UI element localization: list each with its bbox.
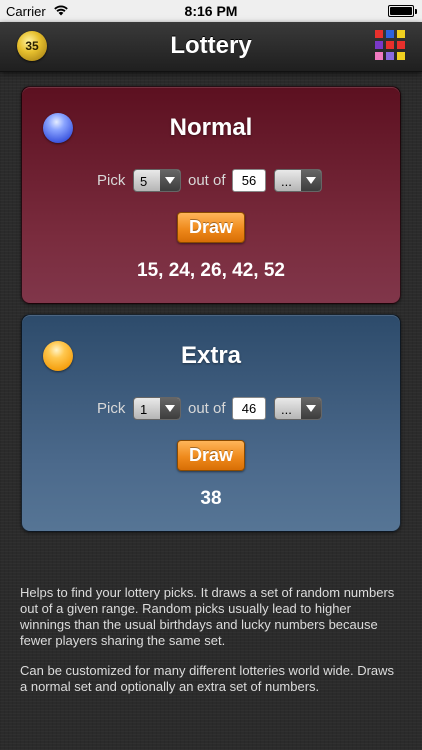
color-square: [397, 52, 405, 60]
extra-draw-button[interactable]: Draw: [177, 440, 245, 471]
normal-pick-row: Pick 5 out of 56 ...: [22, 169, 400, 193]
normal-range-input[interactable]: 56: [232, 169, 266, 192]
normal-pick-value: 5: [140, 174, 148, 189]
status-bar: Carrier 8:16 PM: [0, 0, 422, 22]
extra-pick-select[interactable]: 1: [133, 397, 181, 420]
chevron-down-icon: [160, 170, 180, 191]
pick-label: Pick: [97, 400, 126, 417]
battery-icon: [388, 5, 417, 17]
color-square: [386, 30, 394, 38]
normal-pick-select[interactable]: 5: [133, 169, 181, 192]
extra-pick-value: 1: [140, 402, 148, 417]
extra-pick-row: Pick 1 out of 46 ...: [22, 397, 400, 421]
normal-draw-button[interactable]: Draw: [177, 212, 245, 243]
normal-title: Normal: [169, 114, 253, 141]
color-square: [375, 41, 383, 49]
color-square: [397, 30, 405, 38]
color-square: [397, 41, 405, 49]
extra-preset-value: ...: [281, 402, 292, 417]
normal-panel: Normal Pick 5 out of 56 ... Draw 15, 24,…: [21, 86, 401, 304]
description-paragraph: Helps to find your lottery picks. It dra…: [20, 585, 395, 648]
chevron-down-icon: [301, 170, 321, 191]
color-square: [375, 30, 383, 38]
chevron-down-icon: [301, 398, 321, 419]
color-square: [375, 52, 383, 60]
extra-range-input[interactable]: 46: [232, 397, 266, 420]
extra-result: 38: [200, 488, 222, 509]
page-title: Lottery: [170, 32, 252, 59]
extra-title: Extra: [180, 342, 242, 369]
pick-label: Pick: [97, 172, 126, 189]
color-square: [386, 41, 394, 49]
color-square: [386, 52, 394, 60]
normal-preset-value: ...: [281, 174, 292, 189]
out-of-label: out of: [188, 400, 226, 417]
normal-result: 15, 24, 26, 42, 52: [137, 260, 285, 281]
chevron-down-icon: [160, 398, 180, 419]
color-grid-icon[interactable]: [375, 30, 405, 60]
out-of-label: out of: [188, 172, 226, 189]
description-paragraph: Can be customized for many different lot…: [20, 663, 395, 694]
extra-preset-select[interactable]: ...: [274, 397, 322, 420]
clock: 8:16 PM: [184, 3, 238, 19]
extra-panel: Extra Pick 1 out of 46 ... Draw 38: [21, 314, 401, 532]
normal-preset-select[interactable]: ...: [274, 169, 322, 192]
navigation-bar: 35 Lottery: [0, 22, 422, 72]
